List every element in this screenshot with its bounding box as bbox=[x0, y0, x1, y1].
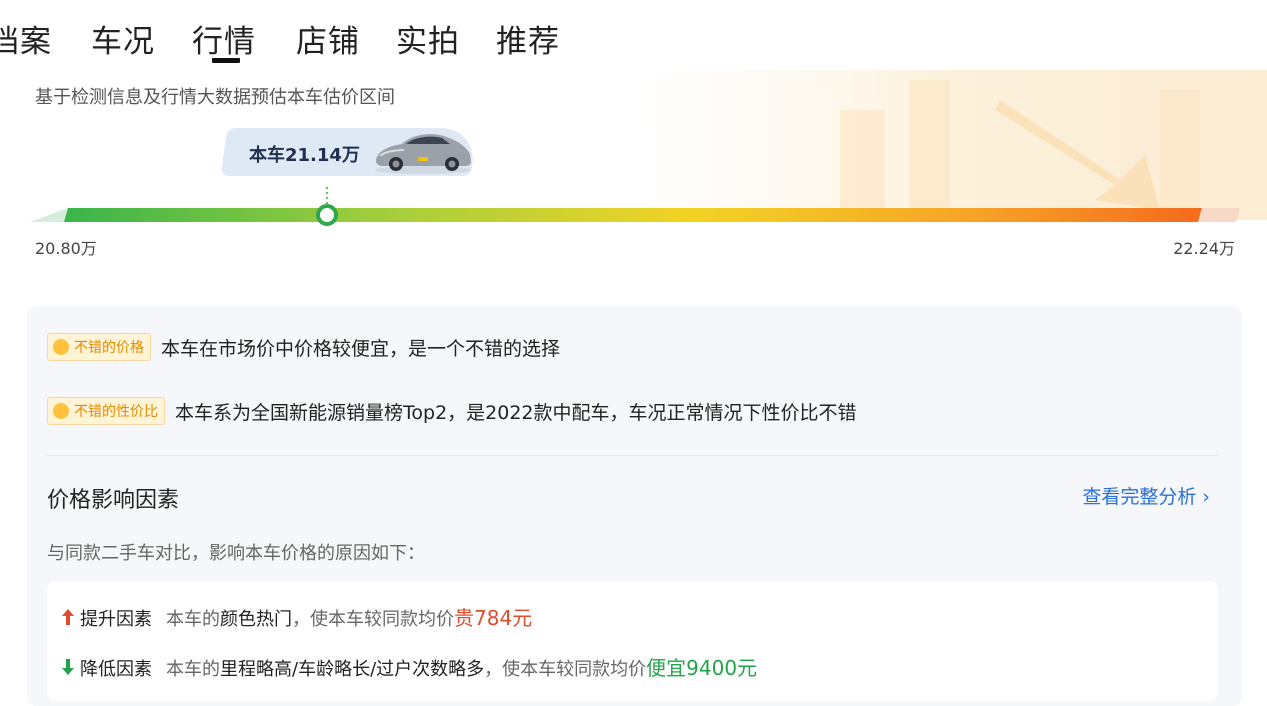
range-min-label: 20.80万 bbox=[35, 239, 97, 258]
arrow-down-icon bbox=[62, 659, 74, 675]
factor-down-row: 降低因素 本车的 里程略高/车龄略长/过户次数略多 ，使本车较同款均价 便宜94… bbox=[62, 652, 757, 681]
factor-down-head: 降低因素 bbox=[80, 659, 152, 680]
arrow-up-icon bbox=[62, 609, 74, 625]
factor-up-result: 贵784元 bbox=[454, 606, 533, 630]
tab-archive[interactable]: 档案 bbox=[0, 16, 52, 61]
good-price-badge: 不错的价格 bbox=[47, 333, 151, 361]
factor-list bbox=[47, 581, 1218, 701]
factors-description: 与同款二手车对比，影响本车价格的原因如下： bbox=[47, 543, 425, 564]
badge-label: 不错的性价比 bbox=[74, 404, 158, 420]
highlight-row: 不错的价格 本车在市场价中价格较便宜，是一个不错的选择 bbox=[47, 333, 560, 361]
range-max-label: 22.24万 bbox=[1173, 239, 1235, 258]
tab-photos[interactable]: 实拍 bbox=[396, 16, 460, 61]
smile-icon bbox=[53, 403, 69, 419]
car-image bbox=[375, 134, 471, 174]
factor-up-prefix: 本车的 bbox=[166, 609, 220, 630]
tab-bar: 档案 车况 行情 店铺 实拍 推荐 bbox=[0, 0, 1267, 70]
full-analysis-link[interactable]: 查看完整分析 › bbox=[1082, 482, 1210, 509]
tab-condition[interactable]: 车况 bbox=[91, 16, 155, 61]
factor-up-item: 颜色热门 bbox=[220, 609, 292, 630]
factor-down-result: 便宜9400元 bbox=[646, 656, 758, 680]
divider bbox=[47, 455, 1218, 456]
price-range-bar bbox=[30, 187, 1240, 226]
tab-store[interactable]: 店铺 bbox=[296, 16, 360, 61]
factor-down-item: 里程略高/车龄略长/过户次数略多 bbox=[220, 659, 485, 680]
car-price-marker bbox=[316, 204, 338, 226]
factor-up-mid: ，使本车较同款均价 bbox=[292, 609, 454, 630]
good-value-badge: 不错的性价比 bbox=[47, 397, 165, 425]
badge-label: 不错的价格 bbox=[74, 340, 144, 356]
smile-icon bbox=[53, 339, 69, 355]
active-tab-indicator bbox=[212, 58, 240, 63]
car-price-label: 本车21.14万 bbox=[249, 145, 360, 166]
highlight-text: 本车在市场价中价格较便宜，是一个不错的选择 bbox=[161, 337, 561, 360]
factors-title: 价格影响因素 bbox=[47, 488, 180, 513]
tab-market[interactable]: 行情 bbox=[192, 16, 256, 61]
factor-up-head: 提升因素 bbox=[80, 609, 152, 630]
factor-up-row: 提升因素 本车的 颜色热门 ，使本车较同款均价 贵784元 bbox=[62, 602, 532, 631]
highlight-text: 本车系为全国新能源销量榜Top2，是2022款中配车，车况正常情况下性价比不错 bbox=[175, 401, 857, 424]
factor-down-mid: ，使本车较同款均价 bbox=[484, 659, 647, 680]
factor-down-prefix: 本车的 bbox=[166, 659, 220, 680]
tab-recommend[interactable]: 推荐 bbox=[496, 16, 560, 61]
highlight-row: 不错的性价比 本车系为全国新能源销量榜Top2，是2022款中配车，车况正常情况… bbox=[47, 397, 857, 425]
estimate-subtitle: 基于检测信息及行情大数据预估本车估价区间 bbox=[35, 87, 395, 108]
